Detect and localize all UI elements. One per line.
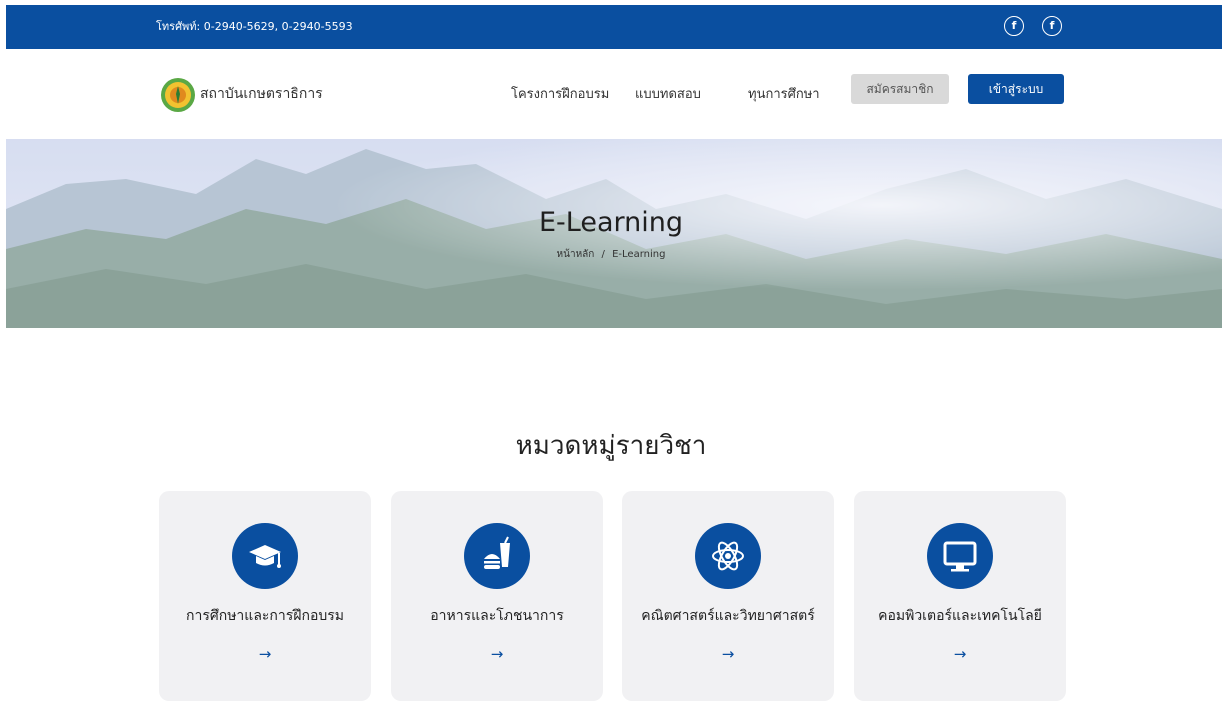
main-navbar: สถาบันเกษตราธิการ โครงการฝึกอบรม แบบทดสอ… [0, 49, 1222, 139]
nav-quizzes[interactable]: แบบทดสอบ [635, 83, 701, 104]
register-button[interactable]: สมัครสมาชิก [851, 74, 949, 104]
facebook-icon[interactable]: f [1004, 16, 1024, 36]
section-title: หมวดหมู่รายวิชา [515, 431, 707, 461]
category-icon-badge [232, 523, 298, 589]
category-icon-badge [695, 523, 761, 589]
breadcrumb-home[interactable]: หน้าหลัก [557, 249, 595, 260]
arrow-right-icon[interactable]: → [622, 645, 834, 663]
top-bar: โทรศัพท์: 0-2940-5629, 0-2940-5593 f f [6, 5, 1222, 49]
nav-scholarships[interactable]: ทุนการศึกษา [748, 83, 820, 104]
category-title: คอมพิวเตอร์และเทคโนโลยี [878, 608, 1042, 624]
phone-number: โทรศัพท์: 0-2940-5629, 0-2940-5593 [156, 20, 353, 33]
category-icon-badge [927, 523, 993, 589]
category-card-computer-tech[interactable]: คอมพิวเตอร์และเทคโนโลยี → [854, 491, 1066, 701]
graduation-cap-icon [249, 545, 281, 568]
breadcrumb: หน้าหลัก / E-Learning [0, 247, 1222, 262]
breadcrumb-separator: / [601, 249, 605, 260]
arrow-right-icon[interactable]: → [391, 645, 603, 663]
category-icon-badge [464, 523, 530, 589]
arrow-right-icon[interactable]: → [159, 645, 371, 663]
category-title: คณิตศาสตร์และวิทยาศาสตร์ [641, 608, 815, 624]
institute-logo-icon[interactable] [160, 77, 196, 113]
category-title: การศึกษาและการฝึกอบรม [185, 608, 344, 624]
page-title: E-Learning [538, 207, 684, 238]
category-card-math-science[interactable]: คณิตศาสตร์และวิทยาศาสตร์ → [622, 491, 834, 701]
category-title: อาหารและโภชนาการ [430, 608, 564, 624]
nav-training-programs[interactable]: โครงการฝึกอบรม [511, 83, 609, 104]
food-drink-icon [484, 536, 510, 569]
breadcrumb-current: E-Learning [612, 249, 666, 260]
monitor-icon [943, 541, 977, 572]
arrow-right-icon[interactable]: → [854, 645, 1066, 663]
login-button[interactable]: เข้าสู่ระบบ [968, 74, 1064, 104]
atom-icon [712, 541, 744, 571]
facebook-icon[interactable]: f [1042, 16, 1062, 36]
category-card-food[interactable]: อาหารและโภชนาการ → [391, 491, 603, 701]
category-card-education[interactable]: การศึกษาและการฝึกอบรม → [159, 491, 371, 701]
brand-name[interactable]: สถาบันเกษตราธิการ [200, 83, 323, 105]
